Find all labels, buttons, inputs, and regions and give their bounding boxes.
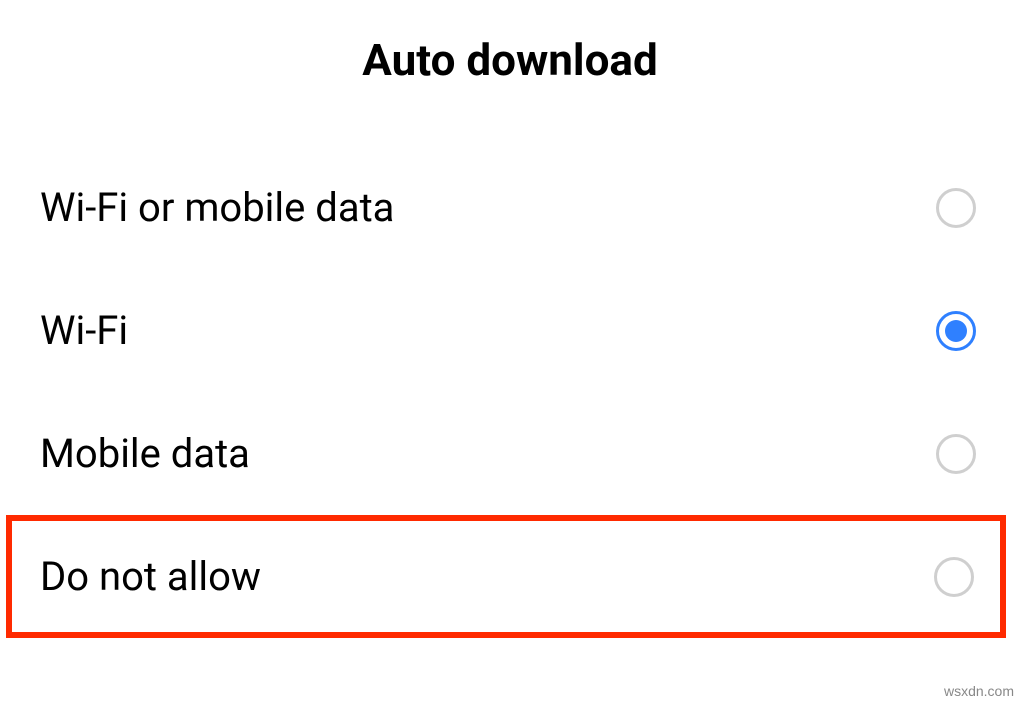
option-label: Do not allow (40, 553, 261, 600)
option-label: Wi-Fi or mobile data (40, 184, 394, 231)
option-mobile-data[interactable]: Mobile data (0, 392, 1020, 515)
option-do-not-allow[interactable]: Do not allow (6, 515, 1006, 638)
option-wifi[interactable]: Wi-Fi (0, 269, 1020, 392)
radio-icon (936, 188, 976, 228)
option-wifi-or-mobile-data[interactable]: Wi-Fi or mobile data (0, 146, 1020, 269)
radio-icon (936, 434, 976, 474)
watermark: wsxdn.com (944, 683, 1014, 699)
option-label: Mobile data (40, 430, 250, 477)
page-title: Auto download (0, 0, 1020, 146)
radio-selected-icon (936, 311, 976, 351)
option-label: Wi-Fi (40, 307, 128, 354)
radio-icon (934, 557, 974, 597)
